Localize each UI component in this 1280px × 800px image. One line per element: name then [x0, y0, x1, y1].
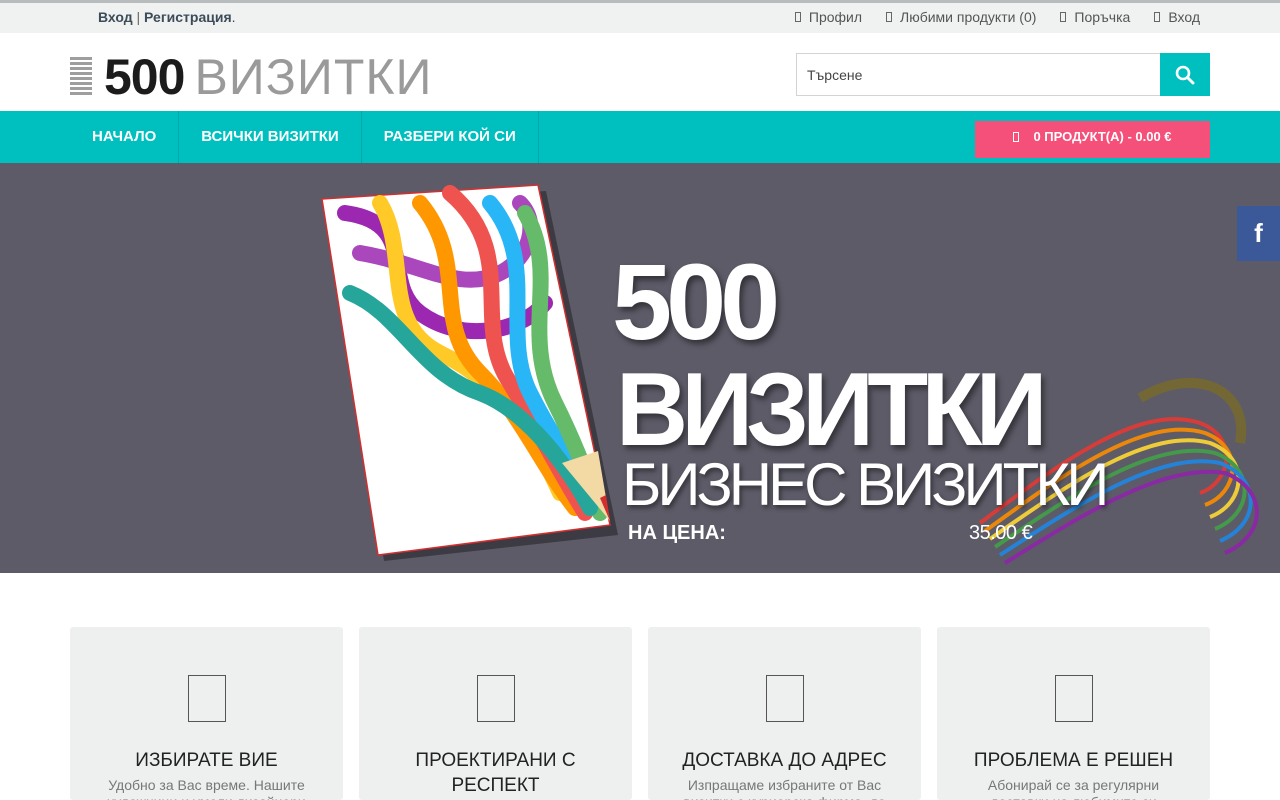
feature-icon: [765, 675, 804, 722]
cart-icon: [1013, 131, 1020, 142]
feature-title: ПРОЕКТИРАНИ С РЕСПЕКТ: [415, 750, 576, 796]
register-link[interactable]: Регистрация: [144, 9, 232, 25]
hero-subtitle: БИЗНЕС ВИЗИТКИ: [622, 451, 1109, 518]
nav-item-home[interactable]: НАЧАЛО: [70, 111, 180, 163]
feature-icon: [476, 675, 515, 722]
auth-separator: |: [136, 9, 141, 25]
auth-links: Вход | Регистрация.: [98, 9, 236, 25]
profile-link-label: Профил: [808, 9, 863, 25]
site-logo[interactable]: 500 ВИЗИТКИ: [70, 49, 433, 105]
hero-title-vizitki: ВИЗИТКИ: [616, 352, 1048, 468]
auth-dot: .: [231, 9, 236, 25]
feature-card: ПРОБЛЕМА Е РЕШЕН Абонирай се за регулярн…: [937, 627, 1210, 800]
top-bar: Вход | Регистрация. Профил Любими продук…: [0, 0, 1280, 33]
checkout-link[interactable]: Поръчка: [1060, 9, 1130, 25]
lock-icon: [1154, 12, 1161, 22]
logo-word: ВИЗИТКИ: [194, 49, 433, 105]
cart-button[interactable]: 0 ПРОДУКТ(А) - 0.00 €: [975, 121, 1210, 158]
feature-icon: [187, 675, 226, 722]
search-form: [796, 53, 1210, 96]
hero-banner[interactable]: 500 ВИЗИТКИ БИЗНЕС ВИЗИТКИ НА ЦЕНА: 35.0…: [0, 163, 1280, 573]
user-icon: [794, 12, 801, 22]
feature-desc: Абонирай се за регулярни доставки на люб…: [987, 777, 1160, 800]
login-link[interactable]: Вход: [98, 9, 133, 25]
main-nav: НАЧАЛО ВСИЧКИ ВИЗИТКИ РАЗБЕРИ КОЙ СИ 0 П…: [0, 111, 1280, 163]
search-input[interactable]: [796, 53, 1160, 96]
profile-link[interactable]: Профил: [794, 9, 863, 25]
feature-card: ПРОЕКТИРАНИ С РЕСПЕКТ: [359, 627, 632, 800]
checkout-link-label: Поръчка: [1074, 9, 1131, 25]
facebook-button[interactable]: f: [1237, 206, 1280, 261]
check-icon: [1060, 12, 1067, 22]
features-row: ИЗБИРАТЕ ВИЕ Удобно за Вас време. Нашите…: [70, 627, 1210, 800]
feature-title: ДОСТАВКА ДО АДРЕС: [682, 750, 887, 771]
feature-desc: Изпращаме избраните от Вас визитки с кур…: [683, 777, 885, 800]
nav-item-all-cards[interactable]: ВСИЧКИ ВИЗИТКИ: [179, 111, 362, 163]
feature-title: ИЗБИРАТЕ ВИЕ: [135, 750, 278, 771]
logo-number: 500: [104, 49, 185, 105]
hero-price: 35.00 €: [969, 522, 1033, 544]
top-links: Профил Любими продукти (0) Поръчка Вход: [794, 9, 1200, 25]
logo-bars-icon: [70, 57, 92, 97]
hero-title-500: 500: [612, 241, 780, 362]
facebook-icon: f: [1254, 218, 1263, 248]
heart-icon: [886, 12, 893, 22]
nav-item-about[interactable]: РАЗБЕРИ КОЙ СИ: [362, 111, 539, 163]
search-button[interactable]: [1160, 53, 1210, 96]
search-icon: [1175, 65, 1195, 84]
signin-link[interactable]: Вход: [1154, 9, 1200, 25]
signin-link-label: Вход: [1168, 9, 1200, 25]
site-header: 500 ВИЗИТКИ: [0, 33, 1280, 111]
cart-label: 0 ПРОДУКТ(А) - 0.00 €: [1033, 129, 1172, 144]
feature-icon: [1054, 675, 1093, 722]
feature-card: ДОСТАВКА ДО АДРЕС Изпращаме избраните от…: [648, 627, 921, 800]
feature-desc: Удобно за Вас време. Нашите художници и …: [107, 777, 306, 800]
favorites-link[interactable]: Любими продукти (0): [886, 9, 1036, 25]
feature-title: ПРОБЛЕМА Е РЕШЕН: [973, 750, 1174, 771]
favorites-link-label: Любими продукти (0): [900, 9, 1037, 25]
nav-items: НАЧАЛО ВСИЧКИ ВИЗИТКИ РАЗБЕРИ КОЙ СИ: [70, 111, 539, 163]
feature-card: ИЗБИРАТЕ ВИЕ Удобно за Вас време. Нашите…: [70, 627, 343, 800]
hero-price-label: НА ЦЕНА:: [628, 522, 726, 544]
